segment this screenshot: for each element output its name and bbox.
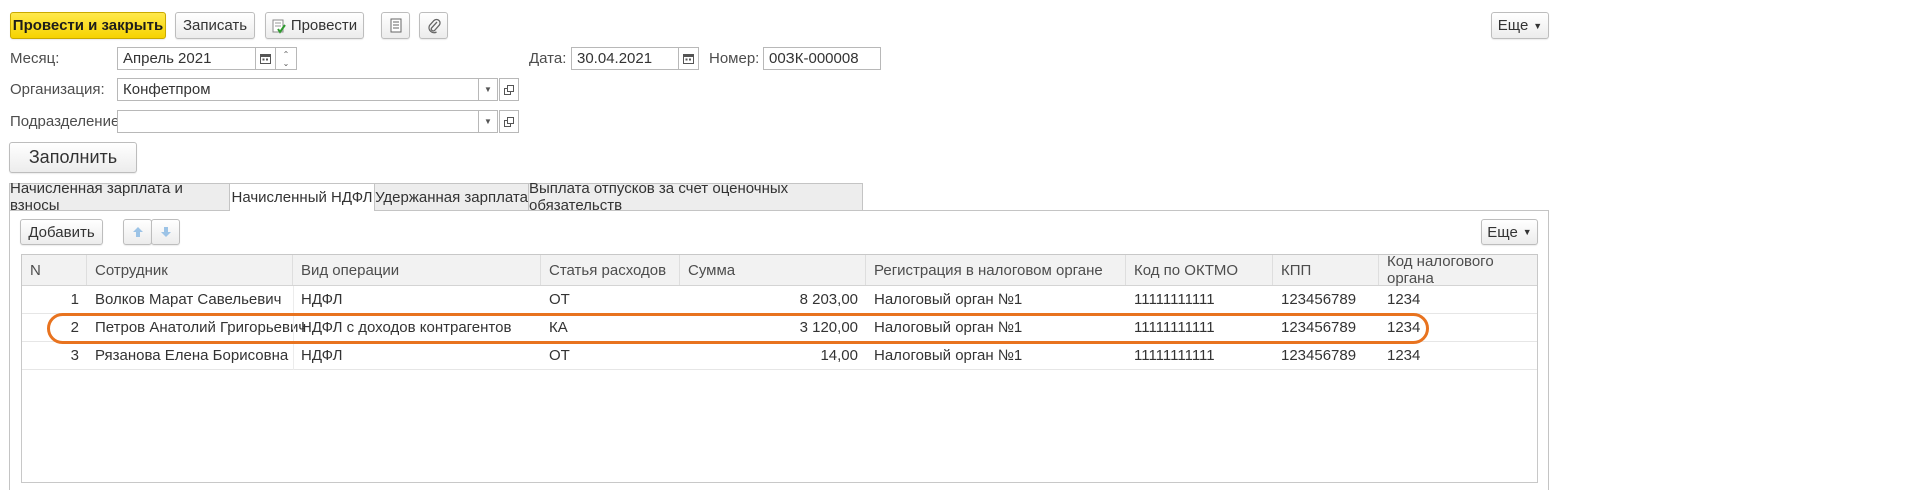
oktmo-cell[interactable]: 11111111111 xyxy=(1126,342,1273,369)
tab-withheld-salary[interactable]: Удержанная зарплата xyxy=(374,183,529,210)
chevron-down-icon: ▼ xyxy=(484,85,492,94)
date-label: Дата: xyxy=(529,50,567,67)
organization-label: Организация: xyxy=(10,81,105,98)
table-more-label: Еще xyxy=(1487,223,1518,241)
amount-cell[interactable]: 8 203,00 xyxy=(680,286,866,313)
chevron-down-icon: ▼ xyxy=(1533,20,1543,31)
column-divider xyxy=(293,286,294,370)
department-open-button[interactable] xyxy=(499,110,519,133)
report-button[interactable] xyxy=(381,12,410,39)
open-window-icon xyxy=(504,84,514,95)
chevron-down-icon: ▼ xyxy=(1522,227,1532,237)
col-header-n[interactable]: N xyxy=(22,255,87,285)
expense-item-cell[interactable]: ОТ xyxy=(541,342,680,369)
post-button[interactable]: Провести xyxy=(265,12,364,39)
paperclip-icon xyxy=(427,18,441,33)
oktmo-cell[interactable]: 11111111111 xyxy=(1126,314,1273,341)
chevron-down-icon[interactable]: ⌄ xyxy=(283,59,290,68)
calendar-button[interactable] xyxy=(256,47,276,70)
col-header-tax-registration[interactable]: Регистрация в налоговом органе xyxy=(866,255,1126,285)
month-stepper[interactable]: ⌃ ⌄ xyxy=(276,47,297,70)
oktmo-cell[interactable]: 11111111111 xyxy=(1126,286,1273,313)
calendar-icon xyxy=(683,54,694,64)
number-field[interactable]: 00ЗК-000008 xyxy=(763,47,881,70)
organization-field[interactable]: Конфетпром xyxy=(117,78,479,101)
operation-cell[interactable]: НДФЛ xyxy=(293,286,541,313)
arrow-down-icon xyxy=(160,227,171,237)
row-number: 3 xyxy=(70,347,79,364)
date-field[interactable]: 30.04.2021 xyxy=(571,47,679,70)
expense-item-cell[interactable]: ОТ xyxy=(541,286,680,313)
kpp-cell[interactable]: 123456789 xyxy=(1273,342,1379,369)
tax-registration-cell[interactable]: Налоговый орган №1 xyxy=(866,286,1126,313)
fill-button[interactable]: Заполнить xyxy=(9,142,137,173)
table-row[interactable]: 3 Рязанова Елена Борисовна НДФЛ ОТ 14,00… xyxy=(22,342,1537,370)
post-button-label: Провести xyxy=(290,17,358,34)
post-icon xyxy=(272,19,286,34)
more-button[interactable]: Еще ▼ xyxy=(1491,12,1549,39)
save-button[interactable]: Записать xyxy=(175,12,255,39)
date-calendar-button[interactable] xyxy=(679,47,699,70)
tax-authority-code-cell[interactable]: 1234 xyxy=(1379,286,1537,313)
post-and-close-button[interactable]: Провести и закрыть xyxy=(10,12,166,39)
col-header-oktmo[interactable]: Код по ОКТМО xyxy=(1126,255,1273,285)
department-label: Подразделение: xyxy=(10,113,124,130)
organization-dropdown-button[interactable]: ▼ xyxy=(479,78,498,101)
employee-cell[interactable]: Петров Анатолий Григорьевич xyxy=(87,314,306,341)
kpp-cell[interactable]: 123456789 xyxy=(1273,286,1379,313)
expense-item-cell[interactable]: КА xyxy=(541,314,680,341)
document-list-icon xyxy=(390,18,401,33)
tax-authority-code-cell[interactable]: 1234 xyxy=(1379,314,1537,341)
col-header-expense-item[interactable]: Статья расходов xyxy=(541,255,680,285)
operation-cell[interactable]: НДФЛ с доходов контрагентов xyxy=(293,314,541,341)
tab-accrued-ndfl[interactable]: Начисленный НДФЛ xyxy=(229,183,375,211)
amount-cell[interactable]: 3 120,00 xyxy=(680,314,866,341)
tax-registration-cell[interactable]: Налоговый орган №1 xyxy=(866,342,1126,369)
col-header-operation[interactable]: Вид операции xyxy=(293,255,541,285)
table-row[interactable]: 1 Волков Марат Савельевич НДФЛ ОТ 8 203,… xyxy=(22,286,1537,314)
attach-button[interactable] xyxy=(419,12,448,39)
data-grid: N Сотрудник Вид операции Статья расходов… xyxy=(21,253,1538,483)
chevron-up-icon[interactable]: ⌃ xyxy=(283,50,290,59)
move-down-button[interactable] xyxy=(151,219,180,245)
row-number: 1 xyxy=(70,291,79,308)
col-header-employee[interactable]: Сотрудник xyxy=(87,255,293,285)
table-row[interactable]: 2 Петров Анатолий Григорьевич НДФЛ с дох… xyxy=(22,314,1537,342)
table-more-button[interactable]: Еще ▼ xyxy=(1481,219,1538,245)
chevron-down-icon: ▼ xyxy=(484,117,492,126)
month-label: Месяц: xyxy=(10,50,60,67)
tax-authority-code-cell[interactable]: 1234 xyxy=(1379,342,1537,369)
col-header-tax-authority-code[interactable]: Код налогового органа xyxy=(1379,253,1537,287)
move-up-button[interactable] xyxy=(123,219,152,245)
tab-accrued-salary[interactable]: Начисленная зарплата и взносы xyxy=(9,180,230,214)
more-button-label: Еще xyxy=(1497,17,1529,34)
month-field[interactable]: Апрель 2021 xyxy=(117,47,256,70)
tax-registration-cell[interactable]: Налоговый орган №1 xyxy=(866,314,1126,341)
department-field[interactable] xyxy=(117,110,479,133)
number-label: Номер: xyxy=(709,50,760,67)
col-header-amount[interactable]: Сумма xyxy=(680,255,866,285)
add-button[interactable]: Добавить xyxy=(20,219,103,245)
employee-cell[interactable]: Волков Марат Савельевич xyxy=(87,286,293,313)
grid-header: N Сотрудник Вид операции Статья расходов… xyxy=(22,253,1537,287)
col-header-kpp[interactable]: КПП xyxy=(1273,255,1379,285)
calendar-icon xyxy=(260,54,271,64)
organization-open-button[interactable] xyxy=(499,78,519,101)
employee-cell[interactable]: Рязанова Елена Борисовна xyxy=(87,342,293,369)
amount-cell[interactable]: 14,00 xyxy=(680,342,866,369)
open-window-icon xyxy=(504,116,514,127)
kpp-cell[interactable]: 123456789 xyxy=(1273,314,1379,341)
department-dropdown-button[interactable]: ▼ xyxy=(479,110,498,133)
operation-cell[interactable]: НДФЛ xyxy=(293,342,541,369)
tab-vacation-payments[interactable]: Выплата отпусков за счет оценочных обяза… xyxy=(528,180,863,214)
arrow-up-icon xyxy=(132,227,143,237)
row-number: 2 xyxy=(70,319,79,336)
